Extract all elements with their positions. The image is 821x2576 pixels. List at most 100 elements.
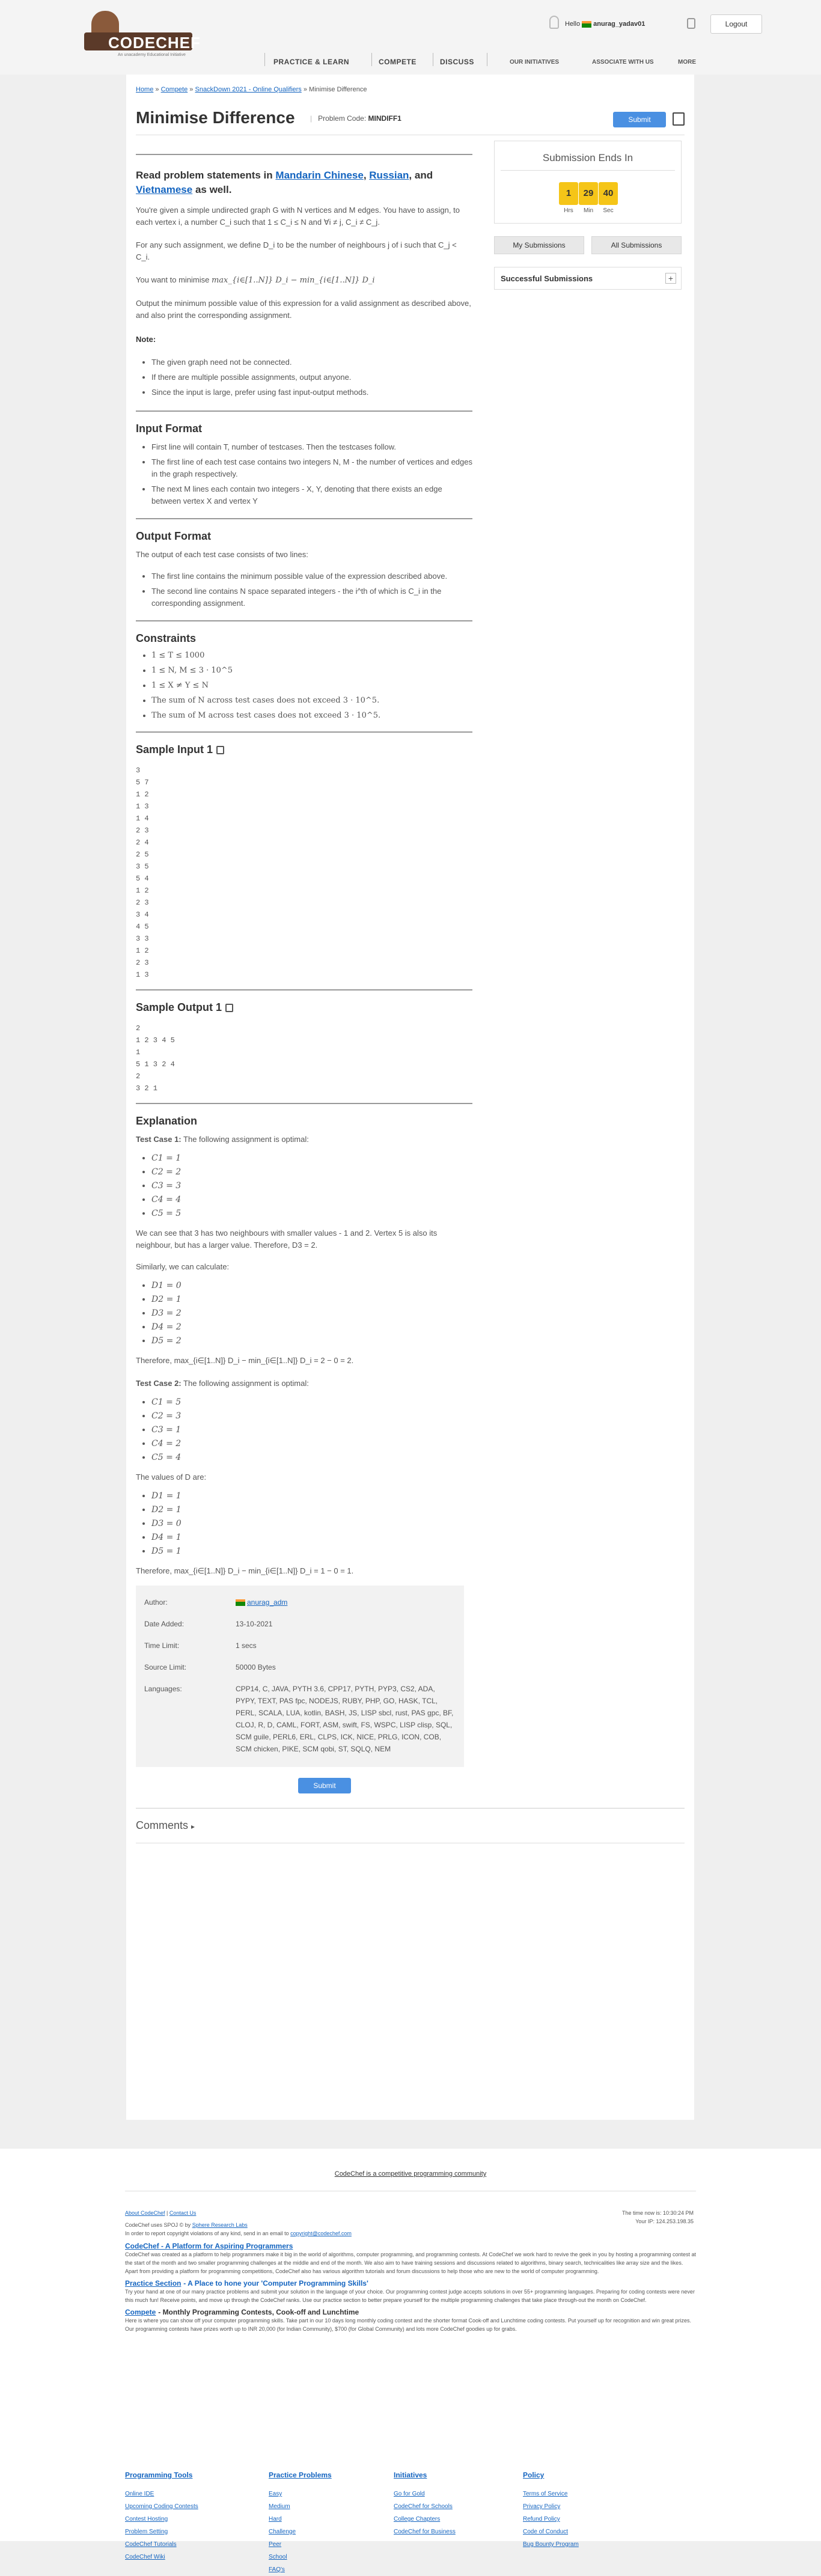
footer-link[interactable]: School xyxy=(269,2551,296,2563)
footer-col-title[interactable]: Practice Problems xyxy=(269,2471,332,2479)
sample-input-line: 1 2 xyxy=(136,887,149,895)
comments-toggle[interactable]: Comments ▸ xyxy=(136,1819,472,1832)
footer-section-title[interactable]: Practice Section xyxy=(125,2279,181,2288)
logo-subtitle: An unacademy Educational Initiative xyxy=(118,53,186,57)
link-mandarin[interactable]: Mandarin Chinese xyxy=(275,169,363,181)
site-footer: CodeChef is a competitive programming co… xyxy=(0,2149,821,2573)
footer-link[interactable]: College Chapters xyxy=(394,2513,456,2526)
footer-link[interactable]: Hard xyxy=(269,2513,296,2526)
successful-submissions[interactable]: Successful Submissions + xyxy=(494,267,682,290)
date-row: Date Added: 13-10-2021 xyxy=(144,1620,273,1628)
timer-title: Submission Ends In xyxy=(542,152,633,163)
footer-tagline[interactable]: CodeChef is a competitive programming co… xyxy=(0,2170,821,2178)
ide-icon[interactable] xyxy=(673,112,685,126)
time-limit-row: Time Limit: 1 secs xyxy=(144,1641,257,1650)
tc2-c-list: C1 = 5 C2 = 3 C3 = 1 C4 = 2 C5 = 4 xyxy=(151,1397,472,1463)
nav-associate[interactable]: ASSOCIATE WITH US xyxy=(592,59,654,66)
footer-col-title[interactable]: Programming Tools xyxy=(125,2471,192,2479)
sample-input-block: 3 5 7 1 2 1 3 1 4 2 3 2 4 2 5 3 5 5 4 1 2 2 3 3 4 4 5… xyxy=(136,765,472,981)
link-vietnamese[interactable]: Vietnamese xyxy=(136,184,192,195)
author-link[interactable]: anurag_adm xyxy=(247,1598,287,1607)
sample-output-line: 2 xyxy=(136,1024,141,1033)
copyright-email-link[interactable]: copyright@codechef.com xyxy=(290,2230,352,2236)
page-title: Minimise Difference xyxy=(136,108,295,127)
sample-input-line: 3 3 xyxy=(136,935,149,943)
footer-link[interactable]: Go for Gold xyxy=(394,2488,456,2500)
sample-input-line: 4 5 xyxy=(136,923,149,931)
footer-link[interactable]: CodeChef for Business xyxy=(394,2526,456,2538)
link-russian[interactable]: Russian xyxy=(369,169,409,181)
all-submissions-button[interactable]: All Submissions xyxy=(591,236,682,254)
contact-link[interactable]: Contact Us xyxy=(169,2210,197,2216)
constraint-item: The sum of M across test cases does not … xyxy=(151,710,472,722)
nav-practice[interactable]: PRACTICE & LEARN xyxy=(273,58,349,66)
codechef-logo[interactable]: CODECHEF An unacademy Educational Initia… xyxy=(84,11,200,60)
sample-input-line: 2 3 xyxy=(136,959,149,967)
copy-icon[interactable] xyxy=(216,746,225,754)
footer-col-title[interactable]: Initiatives xyxy=(394,2471,427,2479)
submit-button-top[interactable]: Submit xyxy=(613,112,666,127)
constraint-item: 1 ≤ N, M ≤ 3 · 10^5 xyxy=(151,665,472,677)
logout-button[interactable]: Logout xyxy=(710,14,762,34)
nav-our-initiatives[interactable]: OUR INITIATIVES xyxy=(510,59,559,66)
tc2-d-list: D1 = 1 D2 = 1 D3 = 0 D4 = 1 D5 = 1 xyxy=(151,1491,472,1557)
nav-discuss[interactable]: DISCUSS xyxy=(440,58,474,66)
notification-icon[interactable] xyxy=(687,18,695,29)
footer-link[interactable]: Challenge xyxy=(269,2526,296,2538)
notes-list: The given graph need not be connected. I… xyxy=(151,356,472,398)
expand-icon[interactable]: + xyxy=(665,273,676,284)
footer-link[interactable]: Medium xyxy=(269,2500,296,2513)
footer-link[interactable]: CodeChef Wiki xyxy=(125,2551,198,2563)
logo-text: CODECHEF xyxy=(108,34,201,52)
about-link[interactable]: About CodeChef xyxy=(125,2210,165,2216)
user-greeting[interactable]: Hello anurag_yadav01 xyxy=(565,20,645,28)
problem-info-box: Author: anurag_adm Date Added: 13-10-202… xyxy=(136,1586,464,1767)
submit-button-bottom[interactable]: Submit xyxy=(298,1778,351,1793)
constraint-item: 1 ≤ T ≤ 1000 xyxy=(151,650,472,662)
sample-input-line: 1 2 xyxy=(136,947,149,955)
language-links: Read problem statements in Mandarin Chin… xyxy=(136,169,433,195)
sample-output-title: Sample Output 1 xyxy=(136,1001,472,1014)
breadcrumb-home[interactable]: Home xyxy=(136,86,153,93)
footer-section-title[interactable]: CodeChef - A Platform for Aspiring Progr… xyxy=(125,2242,696,2250)
input-format-item: The first line of each test case contain… xyxy=(151,456,472,480)
problem-code: | Problem Code: MINDIFF1 xyxy=(310,114,401,123)
sample-input-line: 3 xyxy=(136,766,141,775)
footer-link[interactable]: CodeChef for Schools xyxy=(394,2500,456,2513)
output-format-list: The first line contains the minimum poss… xyxy=(151,570,472,609)
input-format-list: First line will contain T, number of tes… xyxy=(151,441,472,507)
nav-compete[interactable]: COMPETE xyxy=(379,58,417,66)
india-flag-icon xyxy=(236,1599,245,1607)
nav-more[interactable]: MORE xyxy=(678,59,696,66)
copy-icon[interactable] xyxy=(225,1004,234,1012)
input-format-item: The next M lines each contain two intege… xyxy=(151,483,472,507)
footer-link[interactable]: Refund Policy xyxy=(523,2513,579,2526)
footer-link[interactable]: CodeChef Tutorials xyxy=(125,2538,198,2551)
note-item: If there are multiple possible assignmen… xyxy=(151,371,472,383)
footer-link[interactable]: Peer xyxy=(269,2538,296,2551)
sample-input-line: 2 4 xyxy=(136,838,149,847)
breadcrumb-compete[interactable]: Compete xyxy=(161,86,188,93)
footer-link[interactable]: Terms of Service xyxy=(523,2488,579,2500)
submission-timer: Submission Ends In 1 29 40 Hrs Min Sec xyxy=(494,141,682,224)
spoj-link[interactable]: Sphere Research Labs xyxy=(192,2222,248,2228)
sample-input-line: 1 3 xyxy=(136,971,149,979)
footer-link[interactable]: Privacy Policy xyxy=(523,2500,579,2513)
footer-link[interactable]: Easy xyxy=(269,2488,296,2500)
footer-section-title[interactable]: Compete xyxy=(125,2308,156,2316)
constraint-item: 1 ≤ X ≠ Y ≤ N xyxy=(151,680,472,692)
footer-link[interactable]: Code of Conduct xyxy=(523,2526,579,2538)
footer-link[interactable]: Problem Setting xyxy=(125,2526,198,2538)
output-format-intro: The output of each test case consists of… xyxy=(136,550,308,559)
note-item: The given graph need not be connected. xyxy=(151,356,472,368)
breadcrumb-contest[interactable]: SnackDown 2021 - Online Qualifiers xyxy=(195,86,301,93)
footer-link[interactable]: Contest Hosting xyxy=(125,2513,198,2526)
sample-input-line: 1 4 xyxy=(136,814,149,823)
footer-link[interactable]: Online IDE xyxy=(125,2488,198,2500)
footer-col-links: Online IDE Upcoming Coding Contests Cont… xyxy=(125,2488,198,2563)
footer-link[interactable]: FAQ's xyxy=(269,2563,296,2576)
footer-link[interactable]: Upcoming Coding Contests xyxy=(125,2500,198,2513)
footer-col-title[interactable]: Policy xyxy=(523,2471,544,2479)
my-submissions-button[interactable]: My Submissions xyxy=(494,236,584,254)
footer-link[interactable]: Bug Bounty Program xyxy=(523,2538,579,2551)
